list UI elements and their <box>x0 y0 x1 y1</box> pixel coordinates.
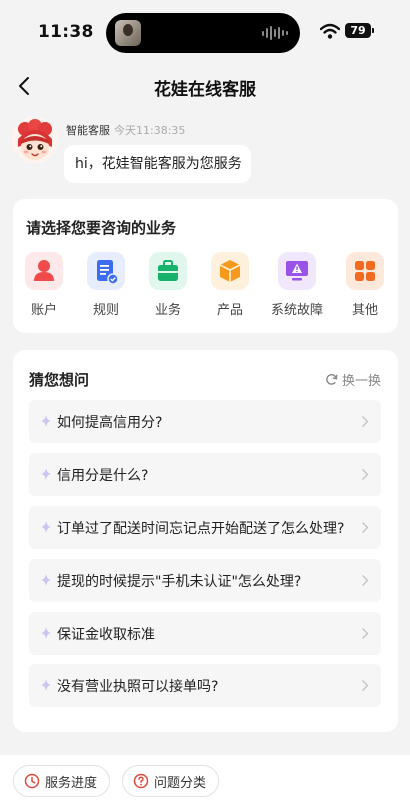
chevron-right-icon <box>362 680 369 691</box>
category-label: 账户 <box>30 303 57 318</box>
question-item[interactable]: 如何提高信用分? <box>29 400 381 443</box>
product-box-icon <box>211 252 249 290</box>
service-progress-button[interactable]: 服务进度 <box>13 765 111 797</box>
system-warning-icon <box>278 252 316 290</box>
agent-avatar <box>12 117 58 163</box>
suggested-questions-card: 猜您想问 换一换 如何提高信用分? 信用分是什么? 订单过了配送时间忘记点开始配… <box>13 350 398 732</box>
category-label: 系统故障 <box>270 303 323 318</box>
category-product[interactable]: 产品 <box>200 252 260 318</box>
nav-bar: 花娃在线客服 <box>0 64 410 108</box>
clock-icon <box>24 773 40 789</box>
question-text: 没有营业执照可以接单吗? <box>57 679 219 695</box>
sparkle-icon <box>41 627 51 639</box>
sparkle-icon <box>41 521 51 533</box>
category-other[interactable]: 其他 <box>335 252 395 318</box>
island-avatar <box>115 20 141 46</box>
category-system-fault[interactable]: 系统故障 <box>267 252 327 318</box>
status-bar: 11:38 79 <box>0 0 410 64</box>
question-item[interactable]: 没有营业执照可以接单吗? <box>29 664 381 707</box>
sparkle-icon <box>41 415 51 427</box>
question-item[interactable]: 保证金收取标准 <box>29 612 381 655</box>
question-text: 信用分是什么? <box>57 468 149 484</box>
service-card-title: 请选择您要咨询的业务 <box>26 219 177 237</box>
bottom-bar: 服务进度 问题分类 <box>0 755 410 803</box>
question-category-label: 问题分类 <box>154 775 207 791</box>
service-category-card: 请选择您要咨询的业务 账户 规则 业务 产品 系统故障 其他 <box>13 199 398 333</box>
message-bubble: hi，花娃智能客服为您服务 <box>64 145 251 183</box>
question-item[interactable]: 信用分是什么? <box>29 453 381 496</box>
dynamic-island <box>106 13 300 53</box>
agent-name: 智能客服 <box>66 124 110 137</box>
category-label: 规则 <box>92 303 119 318</box>
sparkle-icon <box>41 574 51 586</box>
question-text: 提现的时候提示"手机未认证"怎么处理? <box>57 574 302 590</box>
wifi-icon <box>320 23 340 39</box>
category-label: 业务 <box>154 303 181 318</box>
question-text: 如何提高信用分? <box>57 415 163 431</box>
chevron-right-icon <box>362 416 369 427</box>
question-text: 保证金收取标准 <box>57 627 155 643</box>
audio-wave-icon <box>262 25 288 41</box>
help-icon <box>133 773 149 789</box>
page-title: 花娃在线客服 <box>154 80 256 100</box>
message-timestamp: 今天11:38:35 <box>114 124 186 137</box>
chevron-right-icon <box>362 469 369 480</box>
category-label: 其他 <box>351 303 378 318</box>
message-meta: 智能客服 今天11:38:35 <box>66 122 185 138</box>
rules-document-icon <box>87 252 125 290</box>
account-icon <box>25 252 63 290</box>
battery-indicator: 79 <box>345 23 374 38</box>
question-item[interactable]: 订单过了配送时间忘记点开始配送了怎么处理? <box>29 506 381 549</box>
category-business[interactable]: 业务 <box>138 252 198 318</box>
refresh-icon <box>326 374 338 385</box>
sparkle-icon <box>41 679 51 691</box>
chevron-right-icon <box>362 575 369 586</box>
chevron-right-icon <box>362 522 369 533</box>
refresh-button[interactable]: 换一换 <box>324 370 381 389</box>
suggested-title: 猜您想问 <box>29 371 90 389</box>
service-progress-label: 服务进度 <box>45 775 98 791</box>
question-item[interactable]: 提现的时候提示"手机未认证"怎么处理? <box>29 559 381 602</box>
question-text: 订单过了配送时间忘记点开始配送了怎么处理? <box>57 521 345 537</box>
chevron-right-icon <box>362 628 369 639</box>
refresh-label: 换一换 <box>341 374 381 389</box>
status-time: 11:38 <box>38 22 94 42</box>
category-rules[interactable]: 规则 <box>76 252 136 318</box>
category-account[interactable]: 账户 <box>14 252 74 318</box>
category-label: 产品 <box>216 303 243 318</box>
question-category-button[interactable]: 问题分类 <box>122 765 220 797</box>
briefcase-icon <box>149 252 187 290</box>
other-grid-icon <box>346 252 384 290</box>
sparkle-icon <box>41 468 51 480</box>
